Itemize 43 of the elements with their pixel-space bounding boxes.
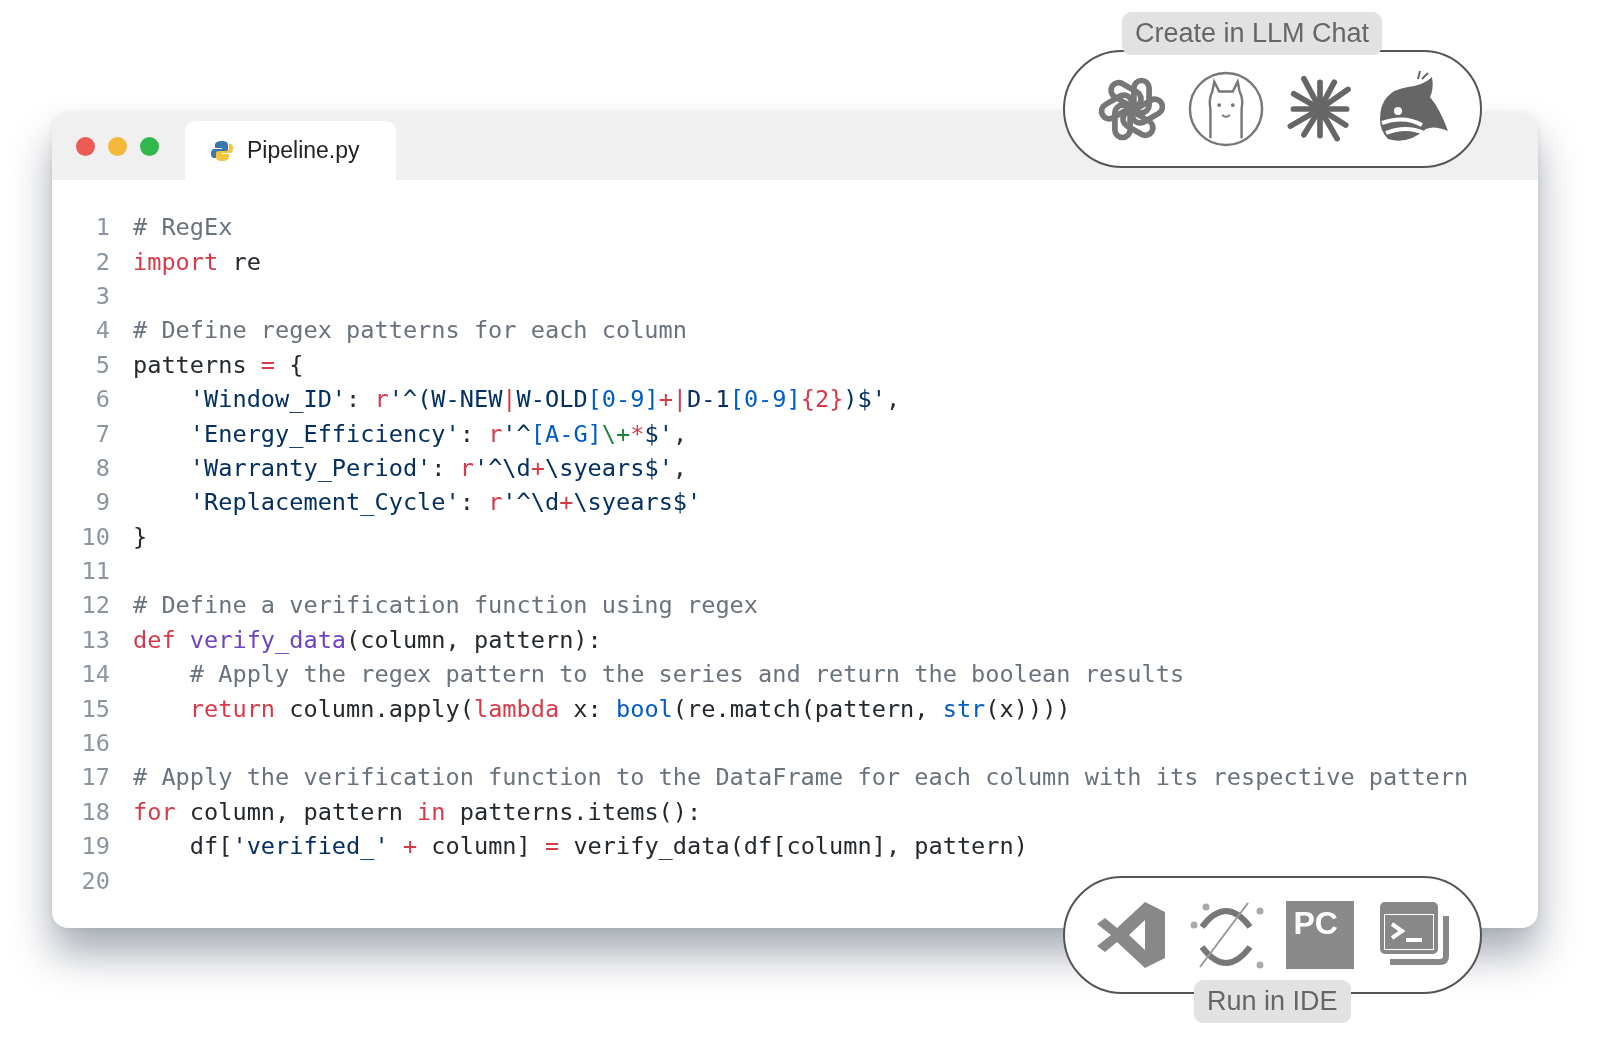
code-line: return column.apply(lambda x: bool(re.match(pattern, str(x)))) bbox=[188, 694, 1071, 723]
line-number: 16 bbox=[80, 729, 110, 758]
window-control-dot[interactable] bbox=[76, 137, 95, 156]
line-number: 3 bbox=[94, 281, 110, 310]
code-line: # Apply the regex pattern to the series and return the boolean results bbox=[188, 660, 1185, 689]
code-line: # Define regex patterns for each column bbox=[133, 316, 687, 345]
line-number: 19 bbox=[80, 832, 110, 861]
code-line: df['verified_' + column] = verify_data(df[column], pattern) bbox=[188, 832, 1028, 861]
file-tab[interactable]: Pipeline.py bbox=[185, 121, 396, 180]
line-number: 5 bbox=[94, 350, 110, 379]
code-line: 'Energy_Efficiency': r'^[A-G]\+*$', bbox=[188, 419, 688, 448]
window-control-dot[interactable] bbox=[108, 137, 127, 156]
code-line: import re bbox=[133, 247, 261, 276]
line-number: 18 bbox=[80, 797, 110, 826]
line-number: 12 bbox=[80, 591, 110, 620]
panel-label: Run in IDE bbox=[1194, 980, 1351, 1023]
line-number: 8 bbox=[94, 453, 110, 482]
line-number: 10 bbox=[80, 522, 110, 551]
code-line: def verify_data(column, pattern): bbox=[133, 625, 602, 654]
line-number: 15 bbox=[80, 694, 110, 723]
line-number: 9 bbox=[94, 488, 110, 517]
panel-label: Create in LLM Chat bbox=[1122, 12, 1383, 55]
line-number: 13 bbox=[80, 625, 110, 654]
code-line: patterns = { bbox=[133, 350, 304, 379]
code-line: # RegEx bbox=[133, 213, 233, 242]
line-number: 20 bbox=[80, 866, 110, 895]
line-number: 11 bbox=[80, 557, 110, 586]
line-number: 14 bbox=[80, 660, 110, 689]
code-line: } bbox=[133, 522, 148, 551]
code-line: # Define a verification function using regex bbox=[133, 591, 758, 620]
line-number: 6 bbox=[94, 385, 110, 414]
window-control-dot[interactable] bbox=[140, 137, 159, 156]
python-file-icon bbox=[211, 139, 233, 162]
code-line: 'Warranty_Period': r'^\d+\syears$', bbox=[188, 453, 688, 482]
code-line: 'Window_ID': r'^(W-NEW|W-OLD[0-9]+|D-1[0-9]{2})$', bbox=[188, 385, 901, 414]
line-number: 1 bbox=[94, 213, 110, 242]
line-number: 7 bbox=[94, 419, 110, 448]
line-number: 4 bbox=[94, 316, 110, 345]
line-number: 2 bbox=[94, 247, 110, 276]
line-number: 17 bbox=[80, 763, 110, 792]
code-line: for column, pattern in patterns.items(): bbox=[133, 797, 702, 826]
code-line: 'Replacement_Cycle': r'^\d+\syears$' bbox=[188, 488, 702, 517]
code-line: # Apply the verification function to the DataFrame for each column with its respective pattern bbox=[133, 763, 1469, 792]
